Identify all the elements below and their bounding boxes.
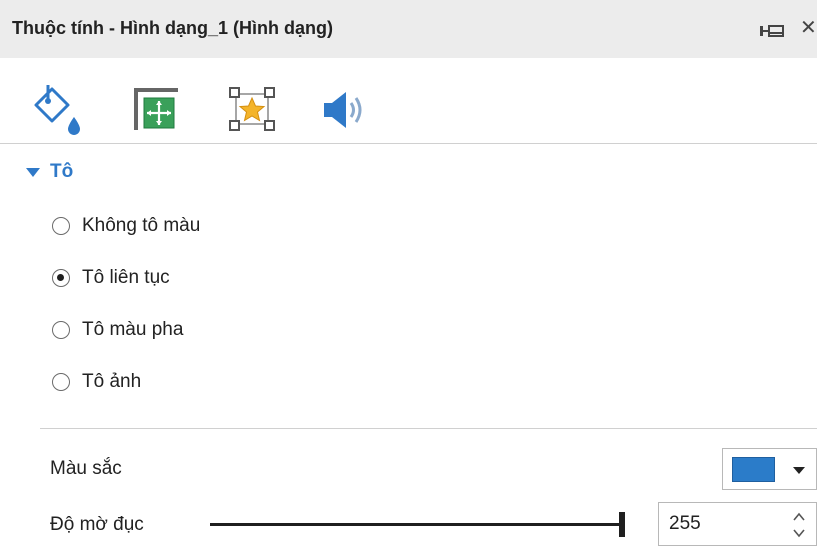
resize-icon [134,88,178,130]
title-bar: Thuộc tính - Hình dạng_1 (Hình dạng) ✕ [0,0,817,58]
radio-button[interactable] [52,217,70,235]
opacity-spinbox[interactable]: 255 [658,502,817,546]
section-separator [40,428,817,429]
spin-up-icon[interactable] [791,510,807,524]
radio-label: Tô màu pha [82,319,184,340]
star-frame-icon [229,87,275,131]
caret-down-icon [26,167,40,177]
color-picker-dropdown[interactable] [722,448,817,490]
radio-button[interactable] [52,321,70,339]
radio-picture-fill[interactable]: Tô ảnh [52,367,141,397]
close-icon[interactable]: ✕ [800,16,817,40]
radio-no-fill[interactable]: Không tô màu [52,211,200,241]
panel-title: Thuộc tính - Hình dạng_1 (Hình dạng) [12,18,333,38]
fill-section-header[interactable]: Tô [26,160,73,184]
radio-label: Không tô màu [82,215,201,236]
tab-size-position[interactable] [130,84,182,134]
color-swatch [732,457,775,482]
tab-fill[interactable] [32,83,86,135]
dropdown-arrow-icon [793,467,805,474]
opacity-slider-thumb[interactable] [619,512,625,537]
radio-button[interactable] [52,373,70,391]
tab-sound[interactable] [320,88,370,132]
tab-effect[interactable] [226,84,278,134]
opacity-slider-track[interactable] [210,523,622,526]
fill-section-label: Tô [50,161,74,182]
radio-button-checked[interactable] [52,269,70,287]
radio-label: Tô liên tục [82,267,170,288]
opacity-label: Độ mờ đục [50,514,144,535]
color-label: Màu sắc [50,458,122,479]
tab-divider [0,143,817,144]
pin-icon[interactable] [759,23,787,39]
radio-solid-fill[interactable]: Tô liên tục [52,263,170,293]
paint-bucket-icon [34,85,80,135]
spin-down-icon[interactable] [791,526,807,540]
radio-gradient-fill[interactable]: Tô màu pha [52,315,183,345]
radio-label: Tô ảnh [82,371,142,392]
speaker-icon [324,92,362,128]
opacity-value[interactable]: 255 [669,513,701,535]
